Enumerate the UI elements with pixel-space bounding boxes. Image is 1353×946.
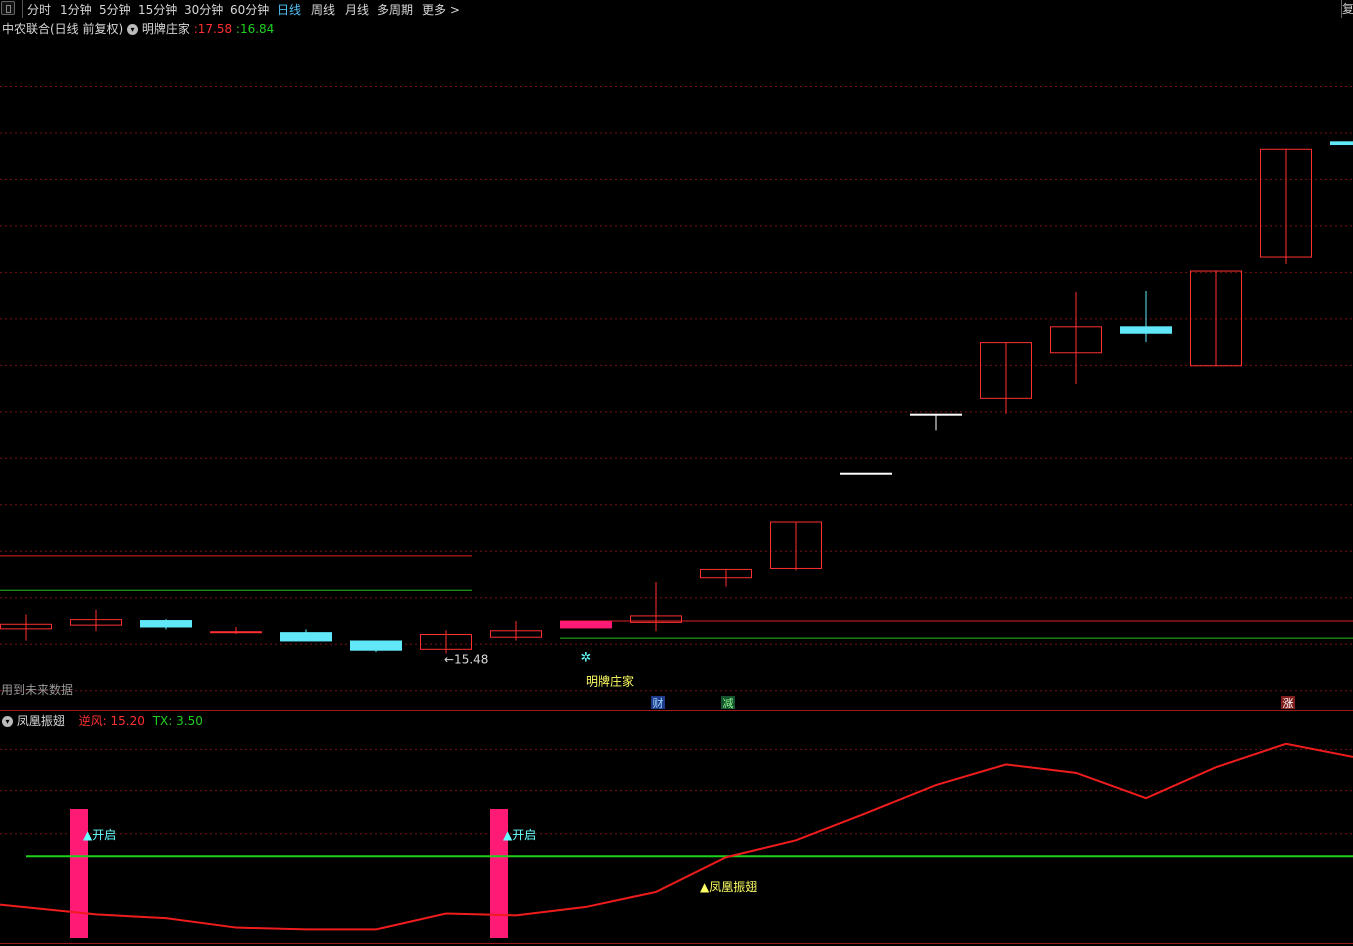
candle-body	[840, 472, 892, 475]
butterfly-icon: ✲	[581, 651, 592, 666]
signal-label: 明牌庄家	[586, 674, 634, 689]
candle-body	[350, 640, 402, 651]
candle-body	[1330, 141, 1353, 146]
candle-body	[560, 620, 612, 629]
phoenix-annotation: ▲凤凰振翅	[700, 879, 757, 894]
signal-bar-label: ▲开启	[503, 828, 536, 842]
badge-label: 涨	[1283, 697, 1294, 710]
badge-label: 财	[653, 696, 664, 710]
low-price-label: ←15.48	[444, 653, 488, 667]
badge-label: 减	[723, 697, 734, 710]
nifeng-line	[0, 742, 1353, 931]
candle-body	[280, 632, 332, 642]
future-data-note: 用到未来数据	[1, 682, 73, 697]
candle-body	[210, 631, 262, 634]
candle-body	[910, 413, 962, 416]
candle-body	[140, 620, 192, 628]
candle-body	[1120, 326, 1172, 334]
signal-bar-label: ▲开启	[83, 828, 116, 842]
chart-canvas[interactable]: ←15.48 ✲ 明牌庄家用到未来数据财 减 涨 ▲开启 ▲开启 ▲凤凰振翅	[0, 0, 1353, 946]
